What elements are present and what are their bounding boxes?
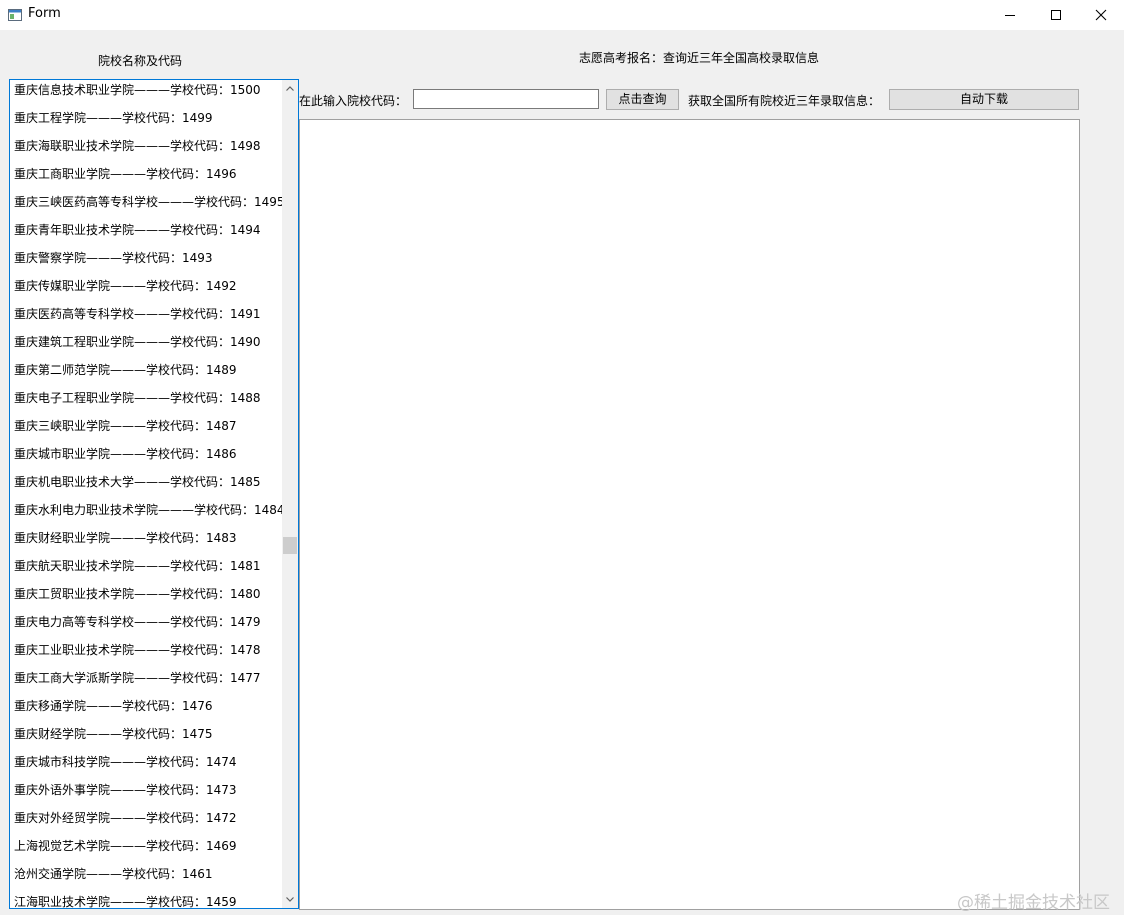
list-item[interactable]: 上海视觉艺术学院———学校代码：1469: [14, 836, 284, 864]
chevron-up-icon: [286, 86, 294, 91]
scroll-down-button[interactable]: [282, 891, 298, 908]
list-item[interactable]: 重庆财经职业学院———学校代码：1483: [14, 528, 284, 556]
list-item[interactable]: 重庆传媒职业学院———学校代码：1492: [14, 276, 284, 304]
list-item[interactable]: 重庆海联职业技术学院———学校代码：1498: [14, 136, 284, 164]
school-list-items: 重庆信息技术职业学院———学校代码：1500 重庆工程学院———学校代码：1499…: [14, 80, 285, 908]
maximize-icon: [1051, 10, 1061, 20]
auto-download-button[interactable]: 自动下载: [889, 89, 1079, 110]
page-heading: 志愿高考报名：查询近三年全国高校录取信息: [579, 51, 820, 65]
list-item[interactable]: 重庆移通学院———学校代码：1476: [14, 696, 284, 724]
scroll-thumb[interactable]: [283, 537, 297, 554]
list-item[interactable]: 重庆财经学院———学校代码：1475: [14, 724, 284, 752]
close-button[interactable]: [1078, 0, 1124, 30]
minimize-icon: [1005, 15, 1015, 16]
list-item[interactable]: 重庆航天职业技术学院———学校代码：1481: [14, 556, 284, 584]
scroll-up-button[interactable]: [282, 80, 298, 97]
maximize-button[interactable]: [1033, 0, 1079, 30]
list-item[interactable]: 重庆建筑工程职业学院———学校代码：1490: [14, 332, 284, 360]
window-title: Form: [28, 6, 61, 21]
download-label: 获取全国所有院校近三年录取信息：: [688, 94, 881, 108]
list-item[interactable]: 重庆电力高等专科学校———学校代码：1479: [14, 612, 284, 640]
title-bar[interactable]: Form: [0, 0, 1124, 30]
list-item[interactable]: 重庆对外经贸学院———学校代码：1472: [14, 808, 284, 836]
watermark: @稀土掘金技术社区: [957, 893, 1110, 913]
list-item[interactable]: 重庆第二师范学院———学校代码：1489: [14, 360, 284, 388]
list-scrollbar[interactable]: [282, 80, 298, 908]
list-item[interactable]: 重庆三峡医药高等专科学校———学校代码：1495: [14, 192, 285, 220]
chevron-down-icon: [286, 897, 294, 902]
list-item[interactable]: 重庆青年职业技术学院———学校代码：1494: [14, 220, 284, 248]
minimize-button[interactable]: [987, 0, 1033, 30]
list-item[interactable]: 重庆工业职业技术学院———学校代码：1478: [14, 640, 284, 668]
list-item[interactable]: 重庆工商职业学院———学校代码：1496: [14, 164, 284, 192]
form-app-icon: [7, 7, 23, 23]
close-icon: [1095, 9, 1107, 21]
school-list[interactable]: 重庆信息技术职业学院———学校代码：1500 重庆工程学院———学校代码：1499…: [9, 79, 299, 909]
list-item[interactable]: 重庆机电职业技术大学———学校代码：1485: [14, 472, 284, 500]
list-item[interactable]: 重庆城市科技学院———学校代码：1474: [14, 752, 284, 780]
list-item[interactable]: 重庆城市职业学院———学校代码：1486: [14, 444, 284, 472]
list-item[interactable]: 重庆水利电力职业技术学院———学校代码：1484: [14, 500, 285, 528]
list-item[interactable]: 重庆工商大学派斯学院———学校代码：1477: [14, 668, 284, 696]
code-input-label: 在此输入院校代码：: [299, 94, 408, 108]
list-item[interactable]: 重庆信息技术职业学院———学校代码：1500: [14, 80, 284, 108]
list-item[interactable]: 重庆三峡职业学院———学校代码：1487: [14, 416, 284, 444]
school-code-input[interactable]: [413, 89, 599, 109]
list-item[interactable]: 重庆电子工程职业学院———学校代码：1488: [14, 388, 284, 416]
list-item[interactable]: 沧州交通学院———学校代码：1461: [14, 864, 284, 892]
list-item[interactable]: 重庆工程学院———学校代码：1499: [14, 108, 284, 136]
query-button[interactable]: 点击查询: [606, 89, 679, 110]
list-item[interactable]: 重庆外语外事学院———学校代码：1473: [14, 780, 284, 808]
list-item[interactable]: 重庆工贸职业技术学院———学校代码：1480: [14, 584, 284, 612]
list-item[interactable]: 江海职业技术学院———学校代码：1459: [14, 892, 284, 908]
list-item[interactable]: 重庆警察学院———学校代码：1493: [14, 248, 284, 276]
school-list-header: 院校名称及代码: [98, 54, 183, 68]
results-display[interactable]: [299, 119, 1080, 910]
list-item[interactable]: 重庆医药高等专科学校———学校代码：1491: [14, 304, 284, 332]
